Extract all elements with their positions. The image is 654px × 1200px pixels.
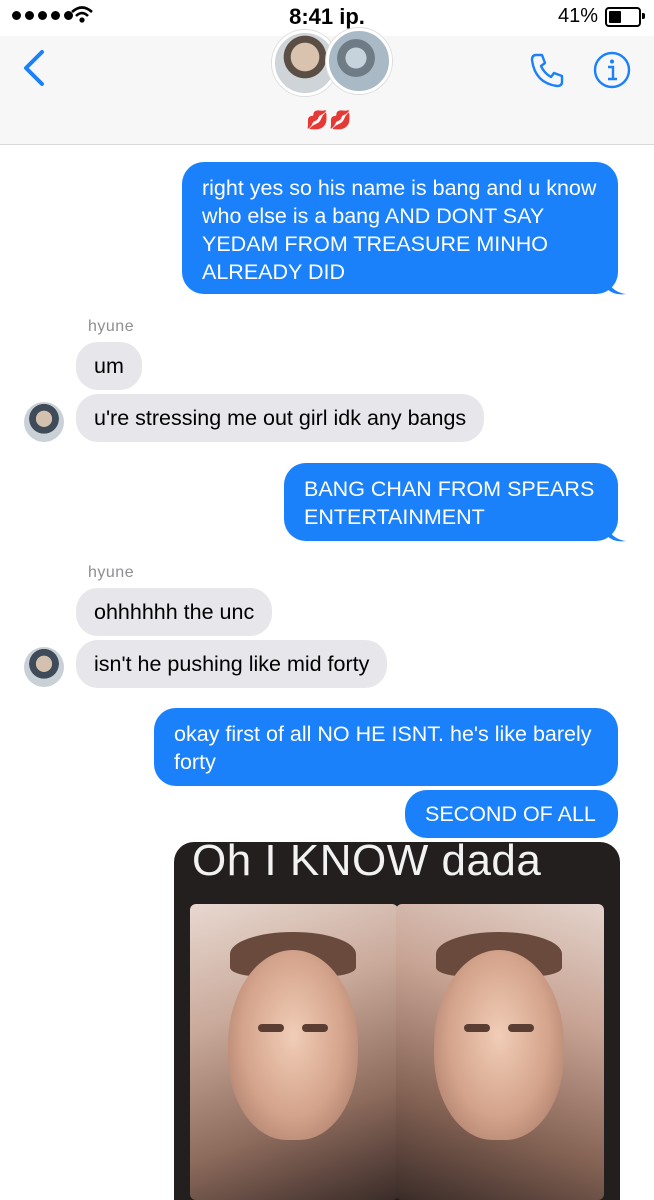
battery-percentage: 41%	[557, 5, 598, 27]
sender-avatar[interactable]	[24, 402, 64, 442]
conversation-header: 💋💋	[0, 28, 654, 145]
message-bubble-incoming[interactable]: u're stressing me out girl idk any bangs	[76, 394, 485, 442]
message-bubble-outgoing[interactable]: okay first of all NO HE ISNT. he's like …	[154, 708, 618, 786]
message-bubble-outgoing[interactable]: SECOND OF ALL	[405, 790, 618, 838]
meme-panel-left	[190, 904, 398, 1200]
bubble-tail	[606, 276, 626, 295]
message-bubble-incoming[interactable]: ohhhhhh the unc	[76, 588, 273, 636]
battery-icon	[605, 7, 645, 27]
message-bubble-incoming[interactable]: isn't he pushing like mid forty	[76, 640, 388, 688]
phone-icon[interactable]	[527, 50, 567, 90]
image-caption: Oh I KNOW dada	[192, 842, 542, 885]
sender-avatar[interactable]	[24, 647, 64, 687]
message-bubble-outgoing[interactable]: BANG CHAN FROM SPEARS ENTERTAINMENT	[284, 463, 618, 541]
back-chevron-icon[interactable]	[18, 48, 52, 88]
status-time: 8:41 ip.	[289, 4, 365, 29]
group-avatars[interactable]	[272, 28, 392, 100]
avatar	[326, 28, 392, 94]
meme-panel-right	[396, 904, 604, 1200]
image-message[interactable]: Oh I KNOW dada	[174, 842, 620, 1200]
conversation-title[interactable]: 💋💋	[306, 110, 353, 131]
sender-name: hyune	[88, 564, 135, 581]
bubble-tail	[606, 523, 626, 542]
message-bubble-outgoing[interactable]: right yes so his name is bang and u know…	[182, 162, 618, 294]
message-bubble-incoming[interactable]: um	[76, 342, 142, 390]
info-icon[interactable]	[592, 50, 632, 90]
sender-name: hyune	[88, 318, 135, 335]
